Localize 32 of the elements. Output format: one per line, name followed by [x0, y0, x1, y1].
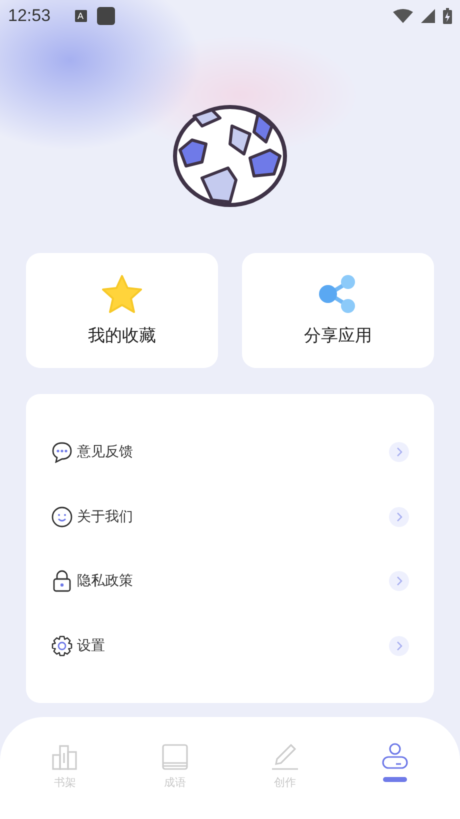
- menu-item[interactable]: 意见反馈: [26, 420, 434, 484]
- active-indicator: [383, 777, 407, 782]
- book-icon: [161, 743, 189, 771]
- menu-label: 隐私政策: [77, 572, 133, 590]
- menu-item[interactable]: 关于我们: [26, 484, 434, 549]
- battery-icon: [443, 8, 452, 24]
- menu-item[interactable]: 隐私政策: [26, 549, 434, 614]
- chevron-right-icon: [389, 506, 409, 527]
- menu-item[interactable]: 设置: [26, 614, 434, 678]
- chevron-right-icon: [389, 636, 409, 656]
- wifi-icon: [393, 9, 413, 23]
- bookshelf-icon: [51, 743, 79, 771]
- shortcut-label: 分享应用: [304, 325, 372, 347]
- keyboard-badge: A: [74, 10, 87, 22]
- signal-icon: [421, 9, 435, 23]
- shortcut-card[interactable]: 我的收藏: [26, 253, 218, 368]
- smiley-icon: [51, 506, 73, 528]
- user-icon: [381, 743, 409, 771]
- chevron-right-icon: [389, 442, 409, 462]
- chat-bubble-icon: [51, 441, 73, 464]
- shortcut-card[interactable]: 分享应用: [242, 253, 434, 368]
- menu-label: 关于我们: [77, 508, 133, 526]
- notification-icon: [96, 7, 115, 25]
- lock-icon: [51, 570, 73, 592]
- shortcut-label: 我的收藏: [88, 325, 156, 347]
- menu-label: 设置: [77, 636, 105, 655]
- settings-icon: [51, 634, 73, 657]
- pencil-icon: [271, 743, 299, 771]
- star-icon: [101, 274, 143, 314]
- status-time: 12:53: [8, 6, 51, 26]
- chevron-right-icon: [389, 571, 409, 592]
- menu-label: 意见反馈: [77, 443, 133, 462]
